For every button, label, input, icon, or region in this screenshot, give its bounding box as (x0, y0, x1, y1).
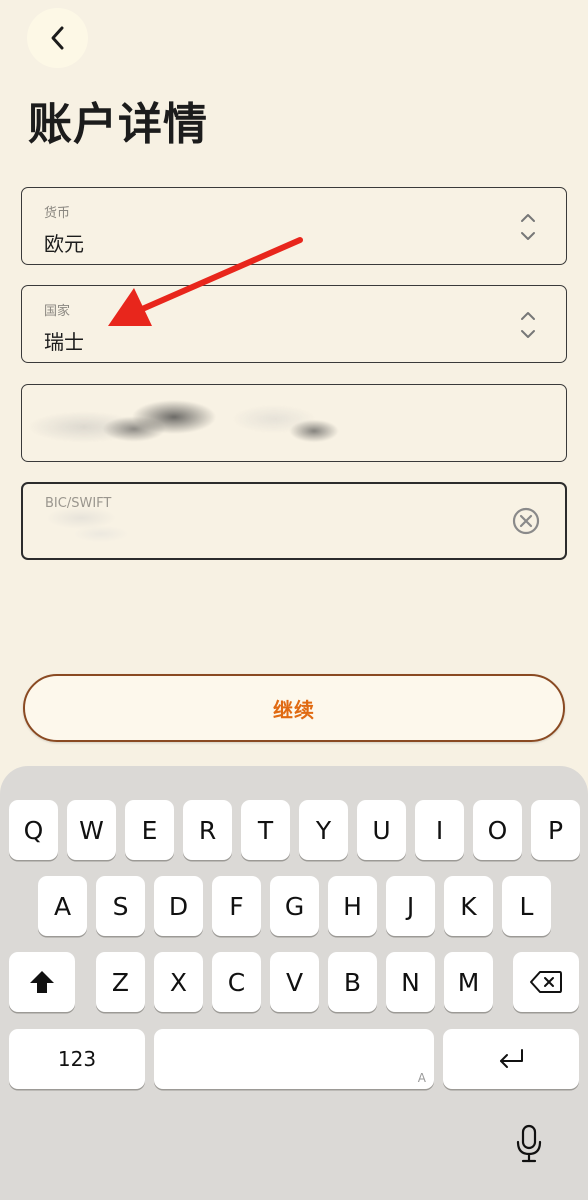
delete-key[interactable] (513, 952, 579, 1012)
key-s[interactable]: S (96, 876, 145, 936)
clear-circle-icon[interactable] (511, 506, 541, 536)
key-w[interactable]: W (67, 800, 116, 860)
currency-value: 欧元 (44, 232, 84, 256)
key-t[interactable]: T (241, 800, 290, 860)
key-r[interactable]: R (183, 800, 232, 860)
key-g[interactable]: G (270, 876, 319, 936)
chevron-left-icon (51, 26, 63, 50)
space-key[interactable]: A (154, 1029, 434, 1089)
key-h[interactable]: H (328, 876, 377, 936)
shift-icon (30, 971, 54, 993)
numbers-key[interactable]: 123 (9, 1029, 145, 1089)
key-o[interactable]: O (473, 800, 522, 860)
key-b[interactable]: B (328, 952, 377, 1012)
key-n[interactable]: N (386, 952, 435, 1012)
chevron-updown-icon (521, 312, 535, 338)
key-e[interactable]: E (125, 800, 174, 860)
delete-icon (530, 971, 562, 993)
redacted-content (24, 389, 374, 455)
country-value: 瑞士 (44, 330, 84, 354)
key-y[interactable]: Y (299, 800, 348, 860)
key-x[interactable]: X (154, 952, 203, 1012)
key-v[interactable]: V (270, 952, 319, 1012)
country-label: 国家 (44, 304, 71, 319)
continue-button[interactable]: 继续 (23, 674, 565, 742)
annotation-arrow (108, 237, 303, 326)
microphone-icon[interactable] (515, 1124, 543, 1164)
key-d[interactable]: D (154, 876, 203, 936)
key-q[interactable]: Q (9, 800, 58, 860)
space-hint: A (417, 1071, 426, 1085)
key-k[interactable]: K (444, 876, 493, 936)
shift-key[interactable] (9, 952, 75, 1012)
key-l[interactable]: L (502, 876, 551, 936)
key-p[interactable]: P (531, 800, 580, 860)
return-key[interactable] (443, 1029, 579, 1089)
bic-swift-input[interactable]: BIC/SWIFT (21, 482, 567, 560)
back-button[interactable] (27, 8, 88, 68)
key-j[interactable]: J (386, 876, 435, 936)
return-icon (500, 1049, 523, 1068)
key-z[interactable]: Z (96, 952, 145, 1012)
keyboard: Q W E R T Y U I O P A S D F G H J K L Z … (0, 766, 588, 1200)
redacted-field[interactable] (21, 384, 567, 462)
currency-label: 货币 (44, 206, 71, 221)
key-m[interactable]: M (444, 952, 493, 1012)
page-title: 账户详情 (28, 99, 208, 150)
key-f[interactable]: F (212, 876, 261, 936)
key-i[interactable]: I (415, 800, 464, 860)
key-a[interactable]: A (38, 876, 87, 936)
redacted-content (31, 504, 151, 548)
key-u[interactable]: U (357, 800, 406, 860)
key-c[interactable]: C (212, 952, 261, 1012)
chevron-updown-icon (521, 214, 535, 240)
